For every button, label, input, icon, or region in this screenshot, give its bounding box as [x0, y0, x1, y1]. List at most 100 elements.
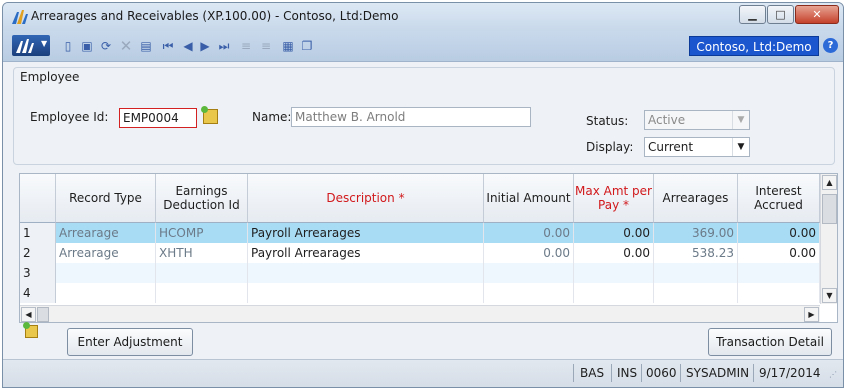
description-cell[interactable]	[248, 263, 484, 283]
arrearages-cell[interactable]	[654, 283, 738, 303]
scroll-left-icon[interactable]: ◀	[21, 307, 36, 322]
description-cell[interactable]: Payroll Arrearages	[248, 223, 484, 243]
scroll-up-icon[interactable]: ▲	[822, 175, 837, 190]
save-icon[interactable]: ▣	[80, 39, 94, 53]
status-mode-ins: INS	[617, 366, 638, 380]
status-separator	[680, 364, 681, 382]
column-header-earnings-deduction-id[interactable]: Earnings Deduction Id	[156, 174, 248, 223]
lookup-add-dot	[201, 106, 208, 113]
max-amt-cell[interactable]	[574, 263, 654, 283]
horizontal-scrollbar[interactable]: ◀ ▶	[20, 305, 820, 322]
employee-group: Employee Employee Id: EMP0004 Name: Matt…	[13, 67, 835, 165]
company-badge[interactable]: Contoso, Ltd:Demo	[689, 36, 819, 56]
report-icon[interactable]: ▦	[281, 39, 295, 53]
first-icon[interactable]: ⏮	[161, 39, 175, 53]
close-button[interactable]: ✕	[795, 5, 839, 24]
new-icon[interactable]: ▯	[61, 39, 75, 53]
lookup-icon[interactable]	[201, 106, 218, 124]
maximize-button[interactable]: □	[767, 5, 794, 24]
max-amt-cell[interactable]: 0.00	[574, 243, 654, 263]
previous-icon[interactable]: ◀	[181, 39, 195, 53]
delete-icon[interactable]: ✕	[119, 39, 133, 54]
status-value: Active	[648, 113, 686, 127]
arrearages-cell[interactable]	[654, 263, 738, 283]
app-menu-button[interactable]: ▼	[12, 35, 50, 56]
column-header-arrearages[interactable]: Arrearages	[654, 174, 738, 223]
vertical-scrollbar[interactable]: ▲ ▼	[820, 174, 837, 304]
name-field[interactable]: Matthew B. Arnold	[291, 107, 531, 127]
copy-icon[interactable]: ❐	[300, 39, 314, 53]
application-window: Arrearages and Receivables (XP.100.00) -…	[2, 2, 844, 388]
column-header-max-amt-per-pay[interactable]: Max Amt per Pay *	[574, 174, 654, 223]
column-header-record-type[interactable]: Record Type	[56, 174, 156, 223]
earn-ded-id-cell[interactable]: XHTH	[156, 243, 248, 263]
row-number: 2	[20, 243, 56, 263]
max-amt-cell[interactable]	[574, 283, 654, 303]
initial-amount-cell[interactable]	[484, 263, 574, 283]
description-cell[interactable]: Payroll Arrearages	[248, 243, 484, 263]
table-row[interactable]: 4	[20, 283, 820, 303]
employee-id-label: Employee Id:	[30, 110, 109, 124]
last-icon[interactable]: ⏭	[217, 39, 231, 53]
column-header-initial-amount[interactable]: Initial Amount	[484, 174, 574, 223]
interest-cell[interactable]	[738, 283, 820, 303]
earn-ded-id-cell[interactable]	[156, 283, 248, 303]
status-bar: BAS INS 0060 SYSADMIN 9/17/2014 ⋰	[3, 359, 843, 387]
record-type-cell[interactable]: Arrearage	[56, 243, 156, 263]
arrearages-cell[interactable]: 369.00	[654, 223, 738, 243]
interest-cell[interactable]: 0.00	[738, 223, 820, 243]
status-separator	[753, 364, 754, 382]
row-number: 4	[20, 283, 56, 303]
employee-id-field[interactable]: EMP0004	[119, 108, 197, 128]
status-separator	[641, 364, 642, 382]
display-value: Current	[648, 140, 694, 154]
display-select[interactable]: Current ▼	[644, 137, 750, 157]
add-row-dot	[23, 322, 30, 329]
resize-grip-icon[interactable]: ⋰	[829, 370, 837, 379]
horizontal-scroll-thumb[interactable]	[37, 307, 49, 322]
minimize-button[interactable]: ▁	[739, 5, 766, 24]
refresh-icon[interactable]: ⟳	[99, 39, 113, 53]
scroll-down-icon[interactable]: ▼	[822, 288, 837, 303]
earn-ded-id-cell[interactable]	[156, 263, 248, 283]
status-date: 9/17/2014	[759, 366, 821, 380]
column-header-interest-accrued[interactable]: Interest Accrued	[738, 174, 820, 223]
initial-amount-cell[interactable]: 0.00	[484, 243, 574, 263]
note-icon[interactable]: ≡	[239, 39, 253, 53]
transaction-detail-button[interactable]: Transaction Detail	[708, 328, 832, 356]
chevron-down-icon: ▼	[41, 39, 48, 48]
note-alt-icon[interactable]: ≡	[259, 39, 273, 53]
next-icon[interactable]: ▶	[198, 39, 212, 53]
arrearages-cell[interactable]: 538.23	[654, 243, 738, 263]
earn-ded-id-cell[interactable]: HCOMP	[156, 223, 248, 243]
status-dropdown-icon: ▼	[732, 111, 749, 129]
status-mode-bas: BAS	[580, 366, 605, 380]
initial-amount-cell[interactable]: 0.00	[484, 223, 574, 243]
table-row[interactable]: 1 Arrearage HCOMP Payroll Arrearages 0.0…	[20, 223, 820, 243]
record-type-cell[interactable]: Arrearage	[56, 223, 156, 243]
interest-cell[interactable]	[738, 263, 820, 283]
arrearages-grid: Record Type Earnings Deduction Id Descri…	[19, 173, 838, 323]
status-select[interactable]: Active ▼	[644, 110, 750, 130]
app-menu-logo-icon	[16, 39, 34, 53]
display-dropdown-icon: ▼	[732, 138, 749, 156]
description-cell[interactable]	[248, 283, 484, 303]
add-row-icon[interactable]	[23, 322, 38, 338]
scroll-right-icon[interactable]: ▶	[804, 307, 819, 322]
column-header-description[interactable]: Description *	[248, 174, 484, 223]
app-logo-icon	[12, 10, 28, 24]
max-amt-cell[interactable]: 0.00	[574, 223, 654, 243]
record-type-cell[interactable]	[56, 263, 156, 283]
name-label: Name:	[252, 110, 292, 124]
table-row[interactable]: 2 Arrearage XHTH Payroll Arrearages 0.00…	[20, 243, 820, 263]
interest-cell[interactable]: 0.00	[738, 243, 820, 263]
initial-amount-cell[interactable]	[484, 283, 574, 303]
table-row[interactable]: 3	[20, 263, 820, 283]
enter-adjustment-button[interactable]: Enter Adjustment	[67, 328, 193, 356]
status-separator	[611, 364, 612, 382]
record-type-cell[interactable]	[56, 283, 156, 303]
help-icon[interactable]: ?	[823, 38, 838, 53]
row-header-corner	[20, 174, 56, 223]
vertical-scroll-thumb[interactable]	[822, 194, 837, 224]
close-record-icon[interactable]: ▤	[139, 39, 153, 53]
